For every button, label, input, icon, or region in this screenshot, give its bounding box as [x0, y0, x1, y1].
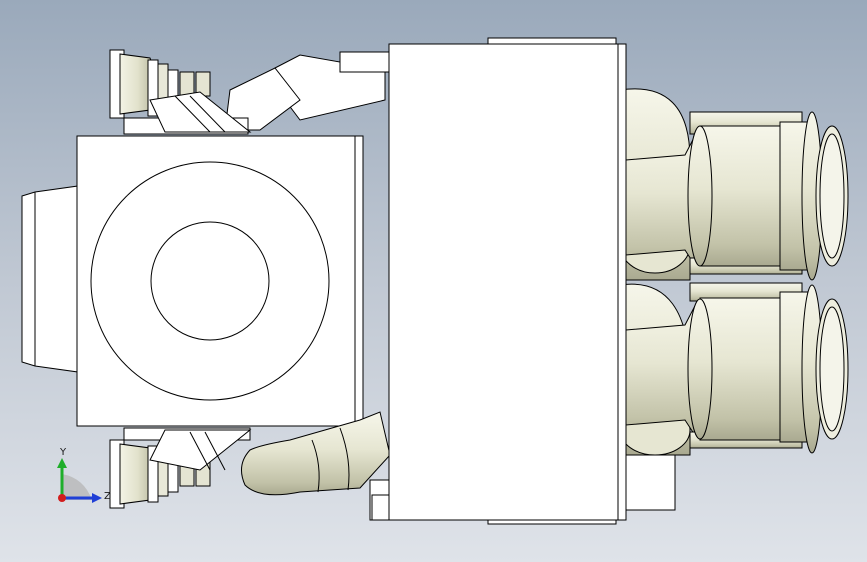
cad-model-view[interactable]: Y Z: [0, 0, 867, 562]
upper-bracket: [224, 51, 391, 131]
z-axis-label: Z: [104, 491, 111, 502]
left-end-plate: [21, 185, 79, 373]
solenoid-block: [76, 135, 364, 427]
top-fittings: [109, 49, 252, 135]
graphics-viewport[interactable]: Y Z: [0, 0, 867, 562]
rear-pipes: [619, 88, 691, 511]
orientation-triad: Y Z: [57, 447, 111, 503]
y-axis-label: Y: [59, 447, 67, 458]
bottom-fittings: [109, 427, 252, 509]
manifold-housing: [371, 37, 627, 525]
elbow-tube: [240, 411, 393, 521]
x-axis-dot: [58, 494, 66, 502]
